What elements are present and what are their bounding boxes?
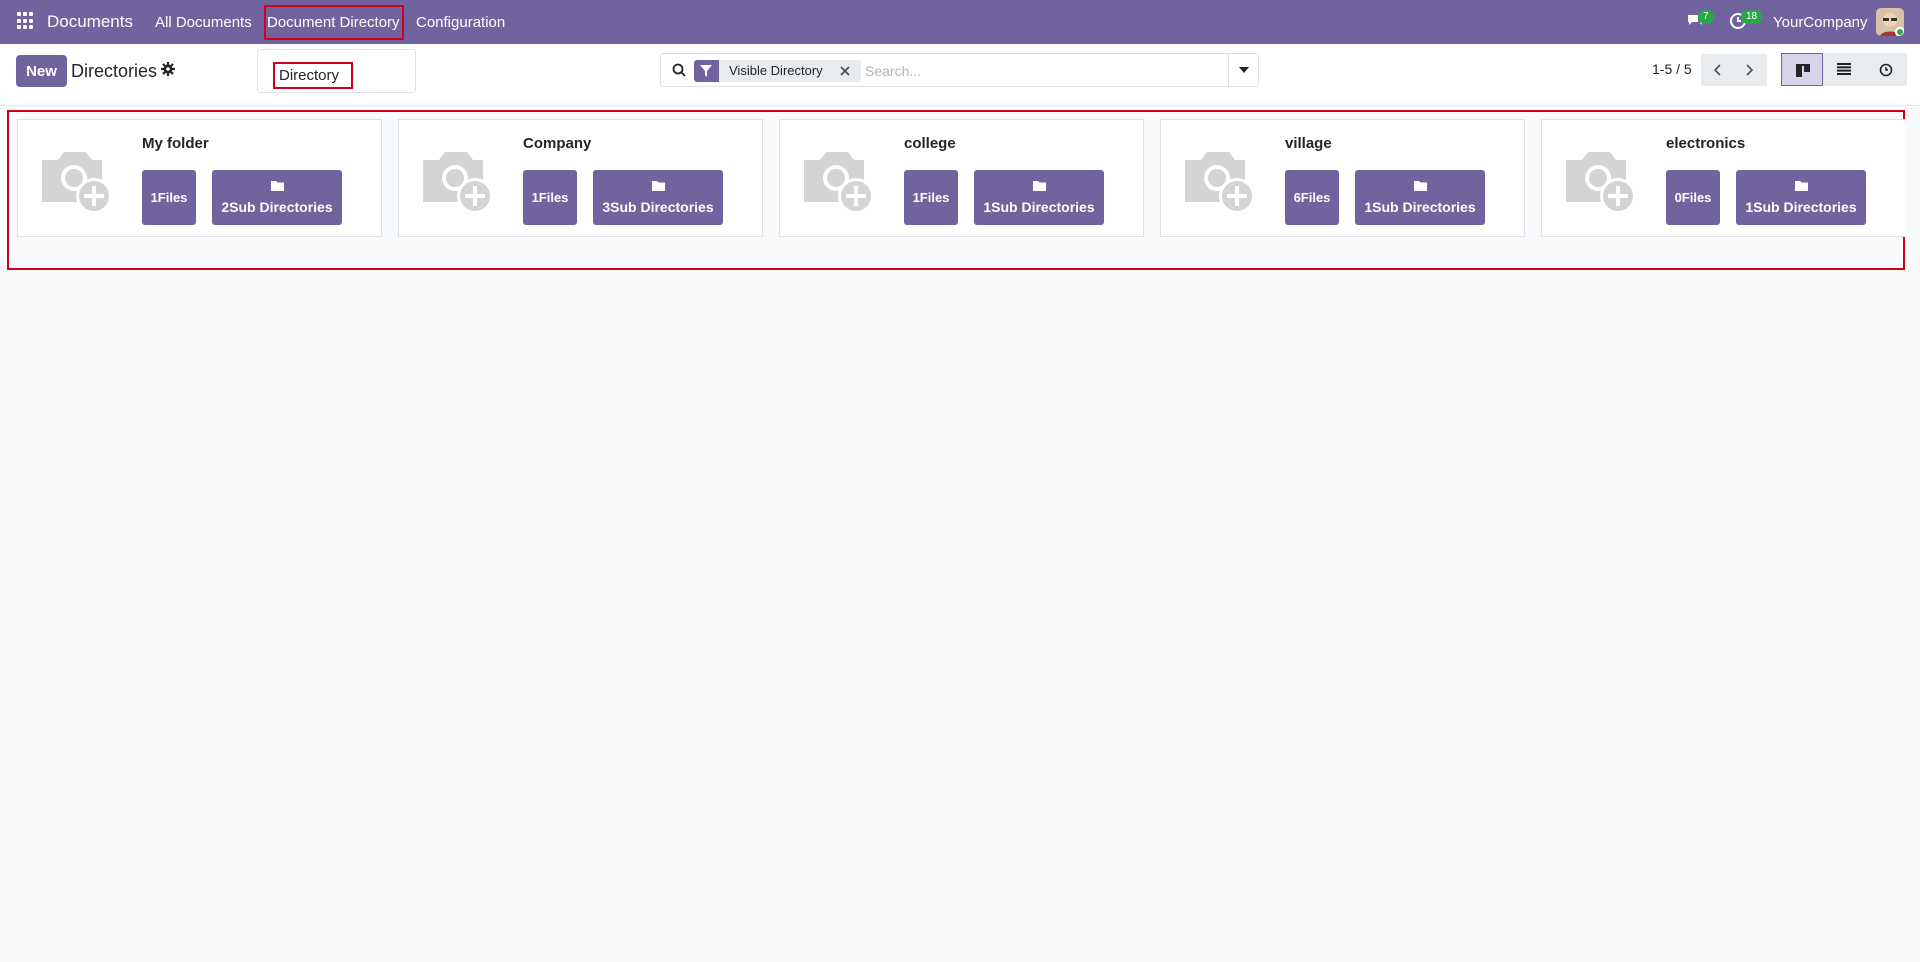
sub-directories-label: 2Sub Directories xyxy=(221,199,333,215)
files-button[interactable]: 6Files xyxy=(1285,170,1339,225)
kanban-view-button[interactable] xyxy=(1781,53,1823,86)
nav-highlight-box xyxy=(264,5,404,40)
user-avatar[interactable] xyxy=(1876,8,1904,36)
activity-view-button[interactable] xyxy=(1865,53,1907,86)
sub-directories-button[interactable]: 1Sub Directories xyxy=(1736,170,1866,225)
folder-icon xyxy=(1414,181,1427,191)
online-status-dot xyxy=(1895,27,1904,36)
files-button[interactable]: 1Files xyxy=(904,170,958,225)
files-button[interactable]: 1Files xyxy=(523,170,577,225)
card-title: electronics xyxy=(1666,135,1746,152)
camera-add-icon xyxy=(1185,152,1255,214)
gear-dropdown-menu: Directory xyxy=(257,49,416,93)
pager-next-button[interactable] xyxy=(1734,54,1767,86)
card-title: My folder xyxy=(142,135,209,152)
nav-all-documents[interactable]: All Documents xyxy=(155,14,252,31)
messages-badge: 7 xyxy=(1698,10,1714,24)
search-bar: Visible Directory xyxy=(660,53,1259,87)
pager-previous-button[interactable] xyxy=(1701,54,1734,86)
card-title: college xyxy=(904,135,956,152)
clock-icon xyxy=(1879,63,1893,77)
list-view-button[interactable] xyxy=(1823,53,1865,86)
apps-menu-icon[interactable] xyxy=(17,12,35,30)
card-title: village xyxy=(1285,135,1332,152)
sub-directories-label: 3Sub Directories xyxy=(602,199,714,215)
caret-down-icon xyxy=(1239,67,1249,73)
gear-icon[interactable] xyxy=(161,62,175,76)
top-navbar: Documents All Documents Document Directo… xyxy=(0,0,1920,44)
directory-card[interactable]: Company 1Files 3Sub Directories xyxy=(398,119,763,237)
search-input[interactable] xyxy=(865,60,1215,82)
files-button[interactable]: 1Files xyxy=(142,170,196,225)
company-switcher[interactable]: YourCompany xyxy=(1773,14,1868,31)
close-icon[interactable] xyxy=(839,64,851,76)
kanban-icon xyxy=(1796,64,1810,77)
sub-directories-button[interactable]: 3Sub Directories xyxy=(593,170,723,225)
pager-value[interactable]: 1-5 / 5 xyxy=(1652,61,1692,77)
list-icon xyxy=(1837,63,1851,75)
chevron-right-icon xyxy=(1746,64,1754,76)
app-brand[interactable]: Documents xyxy=(47,12,133,32)
directory-card[interactable]: My folder 1Files 2Sub Directories xyxy=(17,119,382,237)
folder-icon xyxy=(271,181,284,191)
camera-add-icon xyxy=(804,152,874,214)
directory-card[interactable]: college 1Files 1Sub Directories xyxy=(779,119,1144,237)
folder-icon xyxy=(1795,181,1808,191)
directory-kanban-highlight: My folder 1Files 2Sub Directories Compan… xyxy=(7,110,1905,270)
page-title: Directories xyxy=(71,61,158,81)
activities-badge: 18 xyxy=(1741,10,1763,24)
control-panel: New Directories Directory Visible Direct… xyxy=(0,44,1920,106)
directory-card[interactable]: village 6Files 1Sub Directories xyxy=(1160,119,1525,237)
filter-facet-icon xyxy=(694,60,719,82)
nav-configuration[interactable]: Configuration xyxy=(416,14,505,31)
card-title: Company xyxy=(523,135,592,152)
sub-directories-label: 1Sub Directories xyxy=(1745,199,1857,215)
sub-directories-button[interactable]: 2Sub Directories xyxy=(212,170,342,225)
chevron-left-icon xyxy=(1713,64,1721,76)
sub-directories-button[interactable]: 1Sub Directories xyxy=(1355,170,1485,225)
folder-icon xyxy=(1033,181,1046,191)
directory-card[interactable]: electronics 0Files 1Sub Directories xyxy=(1541,119,1905,237)
sub-directories-button[interactable]: 1Sub Directories xyxy=(974,170,1104,225)
folder-icon xyxy=(652,181,665,191)
sub-directories-label: 1Sub Directories xyxy=(983,199,1095,215)
search-options-toggle[interactable] xyxy=(1228,53,1258,87)
new-button[interactable]: New xyxy=(16,55,67,87)
search-icon[interactable] xyxy=(672,63,686,77)
camera-add-icon xyxy=(1566,152,1636,214)
camera-add-icon xyxy=(42,152,112,214)
camera-add-icon xyxy=(423,152,493,214)
dropdown-item-directory[interactable]: Directory xyxy=(273,62,353,89)
files-button[interactable]: 0Files xyxy=(1666,170,1720,225)
sub-directories-label: 1Sub Directories xyxy=(1364,199,1476,215)
